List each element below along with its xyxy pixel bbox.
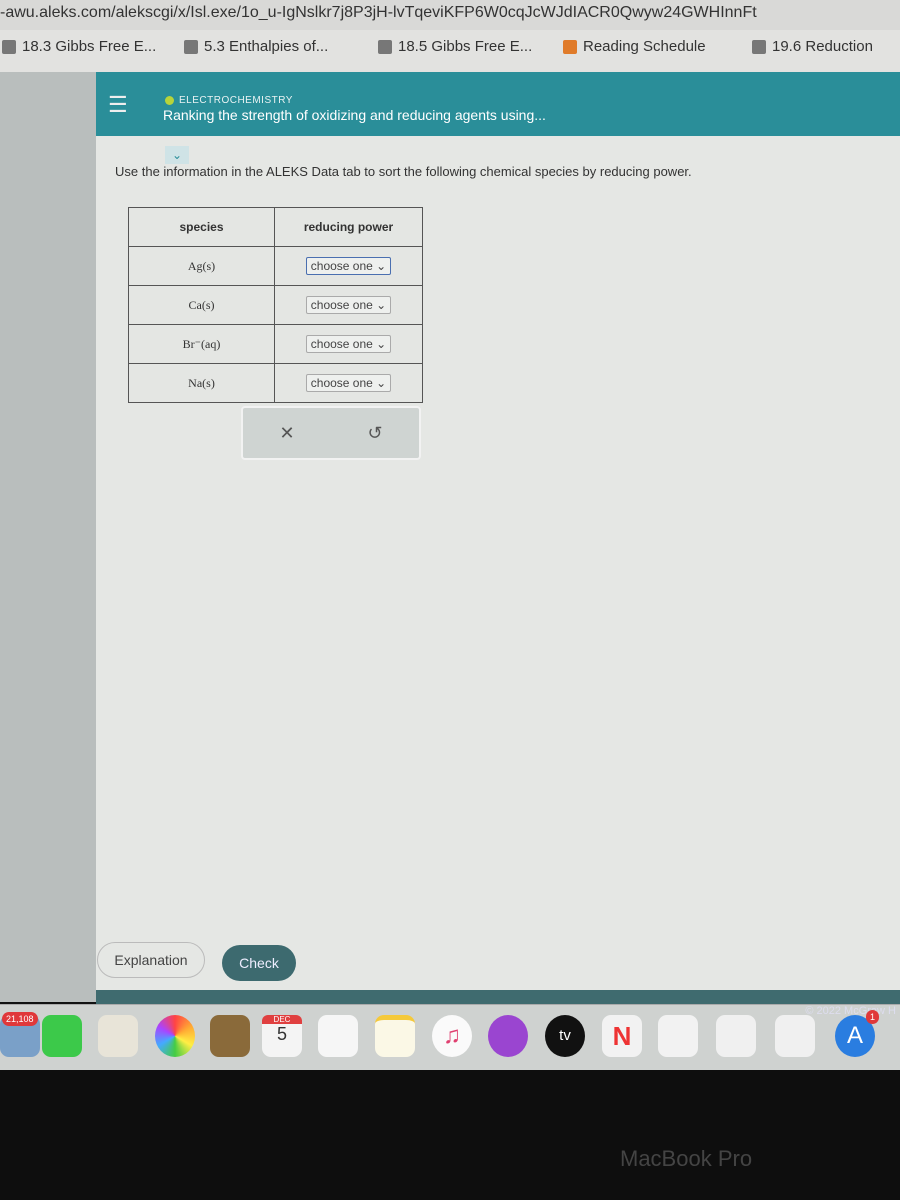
contacts-icon[interactable] [210,1015,250,1057]
left-margin [0,72,96,1002]
menu-icon[interactable]: ☰ [108,94,128,116]
facetime-icon[interactable] [42,1015,82,1057]
bookmark-label: 18.3 Gibbs Free E... [22,38,157,55]
reducing-power-select[interactable]: choose one ⌄ [305,335,392,353]
calendar-month: DEC [262,1015,302,1024]
bookmark-3[interactable]: 18.5 Gibbs Free E... [378,38,532,55]
photos-icon[interactable] [155,1015,195,1057]
clear-icon[interactable]: ✕ [279,423,294,444]
mail-badge: 21,108 [2,1012,38,1026]
pages-icon[interactable] [775,1015,815,1057]
bookmark-icon [2,39,16,54]
reminders-icon[interactable] [318,1015,358,1057]
chevron-down-icon: ⌄ [376,376,387,390]
topic-label: ELECTROCHEMISTRY [165,95,293,106]
instruction-text: Use the information in the ALEKS Data ta… [115,164,692,179]
numbers-icon[interactable] [658,1015,698,1057]
topic-text: ELECTROCHEMISTRY [179,95,293,106]
calendar-day: 5 [276,1024,287,1044]
news-icon[interactable]: N [602,1015,642,1057]
chevron-down-icon[interactable]: ⌄ [165,146,189,164]
chevron-down-icon: ⌄ [376,298,387,312]
url-text: -awu.aleks.com/alekscgi/x/Isl.exe/1o_u-I… [0,4,757,21]
page-title: Ranking the strength of oxidizing and re… [163,107,546,123]
bookmark-icon [752,39,766,54]
column-header: reducing power [274,207,423,247]
chevron-down-icon: ⌄ [376,337,387,351]
table-row: Ag(s) choose one ⌄ [128,246,423,286]
species-cell: Br⁻(aq) [128,324,275,364]
address-bar[interactable]: -awu.aleks.com/alekscgi/x/Isl.exe/1o_u-I… [0,0,900,30]
chevron-down-icon: ⌄ [376,259,387,273]
app-store-badge: 1 [866,1010,880,1024]
notes-icon[interactable] [375,1015,415,1057]
progress-dot-icon [165,96,174,105]
bookmark-icon [378,39,392,54]
bookmark-4[interactable]: Reading Schedule [563,38,706,55]
table-row: Ca(s) choose one ⌄ [128,285,423,325]
explanation-button[interactable]: Explanation [97,942,205,978]
tv-label: tv [559,1027,571,1044]
reducing-power-select[interactable]: choose one ⌄ [305,296,392,314]
answer-actions: ✕ ↺ [241,406,421,460]
bookmark-label: Reading Schedule [583,38,706,55]
bookmark-1[interactable]: 18.3 Gibbs Free E... [2,38,156,55]
podcasts-icon[interactable] [488,1015,528,1057]
apple-tv-icon[interactable]: tv [545,1015,585,1057]
bookmark-2[interactable]: 5.3 Enthalpies of... [184,38,328,55]
check-button[interactable]: Check [222,945,296,981]
undo-icon[interactable]: ↺ [367,423,382,444]
table-row: Na(s) choose one ⌄ [128,363,423,403]
bookmark-5[interactable]: 19.6 Reduction [752,38,873,55]
music-icon[interactable]: ♫ [432,1015,472,1057]
species-cell: Ag(s) [128,246,275,286]
reducing-power-select[interactable]: choose one ⌄ [305,257,392,275]
keynote-icon[interactable] [716,1015,756,1057]
laptop-brand: MacBook Pro [620,1146,753,1171]
bookmarks-bar: 18.3 Gibbs Free E... 5.3 Enthalpies of..… [0,30,900,72]
select-value: choose one [310,376,373,390]
species-cell: Na(s) [128,363,275,403]
calendar-icon[interactable]: DEC 5 [262,1015,302,1057]
table-row: Br⁻(aq) choose one ⌄ [128,324,423,364]
reducing-power-select[interactable]: choose one ⌄ [305,374,392,392]
species-cell: Ca(s) [128,285,275,325]
bookmark-label: 19.6 Reduction [772,38,873,55]
bookmark-label: 5.3 Enthalpies of... [204,38,329,55]
select-value: choose one [310,298,373,312]
select-value: choose one [310,259,373,273]
bookmark-icon [184,39,198,54]
bookmark-label: 18.5 Gibbs Free E... [398,38,533,55]
species-table: species reducing power Ag(s) choose one ⌄ … [128,207,423,403]
maps-icon[interactable] [98,1015,138,1057]
laptop-bezel [0,1070,900,1200]
column-header: species [128,207,275,247]
cuny-icon [563,39,577,54]
select-value: choose one [310,337,373,351]
